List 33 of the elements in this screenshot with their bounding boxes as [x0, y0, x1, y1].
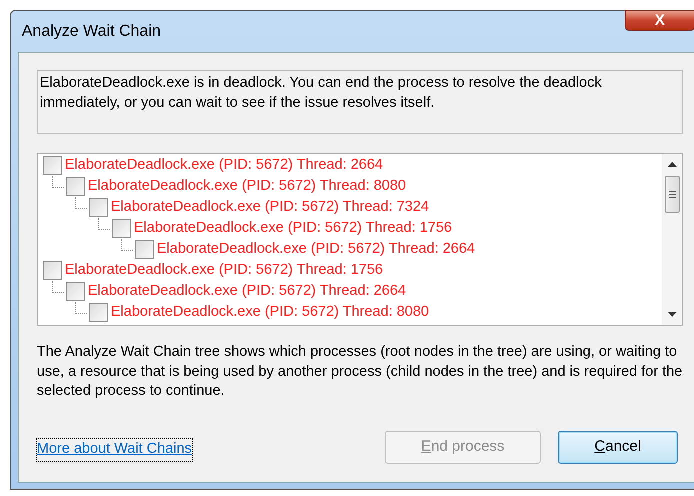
checkbox[interactable]	[43, 261, 62, 280]
tree-connector	[75, 302, 87, 314]
checkbox[interactable]	[112, 219, 131, 238]
help-link[interactable]: More about Wait Chains	[37, 439, 192, 461]
close-button[interactable]: X	[625, 10, 694, 31]
tree-connector	[52, 176, 64, 188]
grip-icon	[668, 191, 676, 198]
cancel-button[interactable]: Cancel	[558, 431, 678, 464]
tree-connector	[52, 280, 64, 292]
tree-item-label[interactable]: ElaborateDeadlock.exe (PID: 5672) Thread: 2664	[65, 157, 384, 174]
scroll-up-icon[interactable]	[668, 162, 676, 167]
tree-item-label[interactable]: ElaborateDeadlock.exe (PID: 5672) Thread: 2664	[157, 241, 476, 258]
checkbox[interactable]	[43, 156, 62, 175]
scroll-down-icon[interactable]	[668, 312, 676, 317]
message-box: ElaborateDeadlock.exe is in deadlock. You can end the process to resolve the deadlock immediately, or you can wait to see if the issue resolves itself.	[37, 70, 683, 134]
scroll-thumb[interactable]	[664, 176, 680, 213]
checkbox[interactable]	[135, 240, 154, 259]
checkbox[interactable]	[66, 177, 85, 196]
checkbox[interactable]	[89, 303, 108, 322]
tree-connector	[121, 238, 133, 250]
checkbox[interactable]	[66, 282, 85, 301]
tree-item-label[interactable]: ElaborateDeadlock.exe (PID: 5672) Thread: 7324	[111, 199, 430, 216]
window-title: Analyze Wait Chain	[22, 22, 162, 42]
tree-item-label[interactable]: ElaborateDeadlock.exe (PID: 5672) Thread: 2664	[88, 283, 406, 300]
tree-item-label[interactable]: ElaborateDeadlock.exe (PID: 5672) Thread: 1756	[65, 262, 384, 279]
tree-connector	[98, 218, 110, 230]
scrollbar[interactable]	[662, 154, 682, 325]
checkbox[interactable]	[89, 198, 108, 217]
tree-item-label[interactable]: ElaborateDeadlock.exe (PID: 5672) Thread: 8080	[111, 304, 430, 321]
tree-connector	[75, 196, 87, 208]
tree-item-label[interactable]: ElaborateDeadlock.exe (PID: 5672) Thread: 1756	[134, 220, 452, 237]
tree-item-label[interactable]: ElaborateDeadlock.exe (PID: 5672) Thread: 8080	[88, 178, 406, 195]
description-text: The Analyze Wait Chain tree shows which processes (root nodes in the tree) are using, or waiting to use, a resource that is being used by another process (child nodes in the tree) and is required for the selected process to continue.	[37, 343, 684, 401]
